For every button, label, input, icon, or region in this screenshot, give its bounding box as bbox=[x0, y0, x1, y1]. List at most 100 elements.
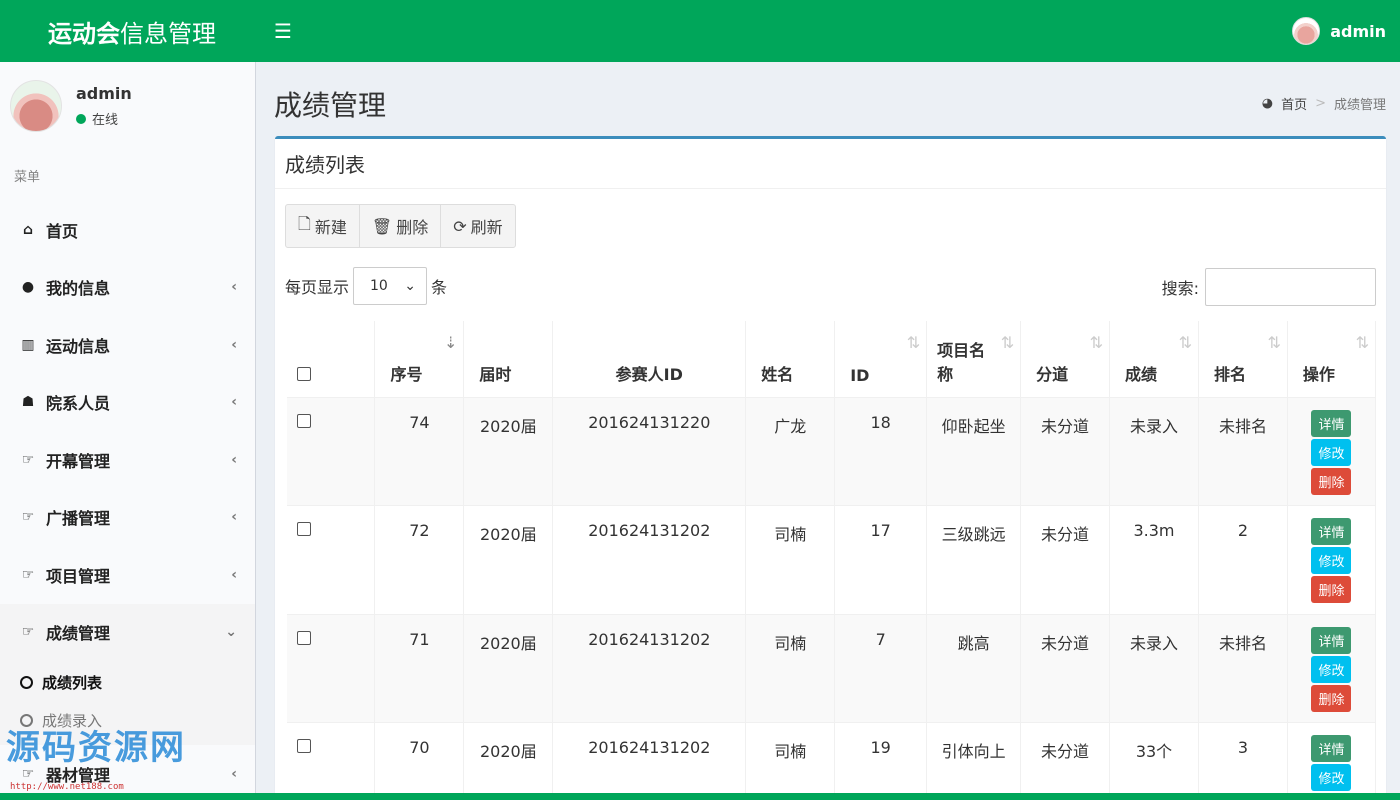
detail-button[interactable]: 详情 bbox=[1311, 626, 1352, 654]
cell-score: 3.3m bbox=[1109, 505, 1199, 615]
header-label: 成绩 bbox=[1125, 364, 1158, 384]
select-all-checkbox[interactable] bbox=[297, 366, 311, 381]
cell-actions: 详情 修改 删除 bbox=[1287, 505, 1377, 615]
header-rank[interactable]: ⇅ 排名 bbox=[1198, 321, 1288, 398]
sort-icon: ⇅ bbox=[1355, 333, 1369, 352]
cell-name: 司楠 bbox=[745, 614, 836, 723]
header-lane[interactable]: ⇅ 分道 bbox=[1020, 321, 1111, 398]
avatar bbox=[10, 80, 62, 132]
cell-score: 33个 bbox=[1109, 722, 1199, 800]
sidebar-subitem-label: 成绩列表 bbox=[42, 673, 103, 692]
cell-seq: 70 bbox=[374, 722, 465, 800]
sidebar-item-home[interactable]: ⌂ 首页 bbox=[0, 201, 255, 259]
header-label: 操作 bbox=[1302, 364, 1335, 384]
header-id[interactable]: ⇅ ID bbox=[834, 321, 928, 398]
page-length-suffix: 条 bbox=[431, 278, 448, 297]
table-row: 72 2020届 201624131202 司楠 17 三级跳远 未分道 3.3… bbox=[287, 505, 1377, 615]
header-score[interactable]: ⇅ 成绩 bbox=[1109, 321, 1199, 398]
refresh-button[interactable]: ⟳ 刷新 bbox=[441, 205, 514, 247]
home-icon: ⌂ bbox=[22, 221, 34, 238]
row-delete-button[interactable]: 删除 bbox=[1311, 684, 1352, 712]
cell-seq: 72 bbox=[374, 505, 465, 615]
row-checkbox[interactable] bbox=[297, 630, 311, 645]
edit-button[interactable]: 修改 bbox=[1311, 655, 1352, 683]
row-checkbox[interactable] bbox=[297, 413, 311, 428]
file-icon: 🗋 bbox=[298, 213, 311, 233]
cell-project-name: 跳高 bbox=[926, 614, 1022, 723]
cell-lane: 未分道 bbox=[1020, 397, 1111, 506]
sidebar: admin 在线 菜单 ⌂ 首页 ● 我的信息 ‹ ▥ 运动信息 ‹ ☗ 院系人… bbox=[0, 62, 256, 800]
online-dot-icon bbox=[76, 113, 86, 124]
sidebar-item-broadcast[interactable]: ☞ 广播管理 ‹ bbox=[0, 489, 255, 547]
sort-icon: ⇅ bbox=[1000, 333, 1015, 352]
row-checkbox[interactable] bbox=[297, 739, 311, 753]
header-session[interactable]: 届时 bbox=[463, 321, 554, 398]
cell-participant-id: 201624131202 bbox=[552, 614, 747, 723]
row-checkbox[interactable] bbox=[297, 522, 311, 536]
thumbs-up-icon: ☞ bbox=[21, 624, 35, 641]
chevron-left-icon: ‹ bbox=[231, 336, 237, 353]
detail-button[interactable]: 详情 bbox=[1311, 409, 1352, 437]
chevron-left-icon: ‹ bbox=[231, 451, 237, 468]
edit-button[interactable]: 修改 bbox=[1311, 547, 1352, 574]
cell-lane: 未分道 bbox=[1020, 722, 1111, 800]
search-label: 搜索: bbox=[1161, 279, 1199, 298]
app-logo[interactable]: 运动会 信息管理 bbox=[0, 0, 256, 62]
detail-button[interactable]: 详情 bbox=[1311, 735, 1352, 762]
circle-icon bbox=[20, 713, 33, 727]
new-button-label: 新建 bbox=[314, 218, 347, 237]
sort-icon: ⇅ bbox=[1267, 333, 1281, 352]
chevron-left-icon: ‹ bbox=[231, 765, 237, 782]
cell-lane: 未分道 bbox=[1020, 614, 1111, 723]
sidebar-subitem-score-list[interactable]: 成绩列表 bbox=[0, 663, 255, 701]
header-participant-id[interactable]: 参赛人ID bbox=[552, 321, 747, 398]
top-navbar: 运动会 信息管理 ☰ admin bbox=[0, 0, 1400, 62]
menu-header: 菜单 bbox=[14, 170, 41, 185]
header-label: 序号 bbox=[390, 364, 423, 384]
search-input[interactable] bbox=[1205, 268, 1376, 306]
header-project-name[interactable]: ⇅ 项目名称 bbox=[926, 321, 1022, 398]
menu-toggle-icon[interactable]: ☰ bbox=[274, 19, 292, 43]
sidebar-item-sports-info[interactable]: ▥ 运动信息 ‹ bbox=[0, 316, 255, 374]
header-label: 姓名 bbox=[761, 364, 794, 384]
detail-button[interactable]: 详情 bbox=[1311, 518, 1352, 545]
edit-button[interactable]: 修改 bbox=[1311, 438, 1352, 466]
page-length-select[interactable]: 10 ⌄ bbox=[353, 267, 428, 305]
user-panel: admin 在线 bbox=[0, 62, 255, 150]
sidebar-item-opening[interactable]: ☞ 开幕管理 ‹ bbox=[0, 431, 255, 489]
search-control: 搜索: bbox=[1162, 268, 1376, 306]
cell-actions: 详情 修改 删除 bbox=[1287, 722, 1377, 800]
header-name[interactable]: 姓名 bbox=[745, 321, 836, 398]
sidebar-item-department[interactable]: ☗ 院系人员 ‹ bbox=[0, 374, 255, 432]
user-icon: ● bbox=[21, 279, 35, 296]
trash-icon: 🗑 bbox=[371, 216, 393, 236]
breadcrumb-home-link[interactable]: 首页 bbox=[1281, 94, 1307, 113]
sidebar-item-my-info[interactable]: ● 我的信息 ‹ bbox=[0, 259, 255, 317]
delete-button[interactable]: 🗑 删除 bbox=[360, 205, 442, 247]
top-user-menu[interactable]: admin bbox=[1292, 0, 1386, 62]
cell-lane: 未分道 bbox=[1020, 505, 1111, 615]
row-delete-button[interactable]: 删除 bbox=[1311, 576, 1352, 603]
sort-icon: ⇅ bbox=[1178, 333, 1192, 352]
new-button[interactable]: 🗋 新建 bbox=[286, 205, 360, 247]
header-label: 参赛人ID bbox=[615, 364, 683, 384]
sidebar-item-label: 成绩管理 bbox=[46, 624, 111, 644]
cell-participant-id: 201624131202 bbox=[552, 505, 747, 615]
row-delete-button[interactable]: 删除 bbox=[1311, 467, 1352, 495]
row-checkbox-cell bbox=[287, 722, 376, 800]
page-length-value: 10 bbox=[370, 278, 388, 294]
header-seq[interactable]: ⇣ 序号 bbox=[374, 321, 465, 398]
user-status-text: 在线 bbox=[92, 113, 119, 128]
cell-id: 19 bbox=[834, 722, 928, 800]
header-actions: ⇅ 操作 bbox=[1287, 321, 1377, 398]
sort-icon: ⇅ bbox=[1089, 333, 1104, 352]
thumbs-up-icon: ☞ bbox=[21, 451, 35, 468]
refresh-button-label: 刷新 bbox=[470, 218, 503, 237]
edit-button[interactable]: 修改 bbox=[1311, 764, 1352, 791]
chevron-left-icon: ‹ bbox=[231, 394, 237, 411]
sidebar-item-scores[interactable]: ☞ 成绩管理 ⌄ bbox=[0, 603, 255, 661]
sidebar-item-project[interactable]: ☞ 项目管理 ‹ bbox=[0, 546, 255, 604]
cell-seq: 71 bbox=[374, 614, 465, 723]
users-icon: ☗ bbox=[21, 394, 35, 411]
watermark-url: http://www.net188.com bbox=[10, 782, 124, 792]
